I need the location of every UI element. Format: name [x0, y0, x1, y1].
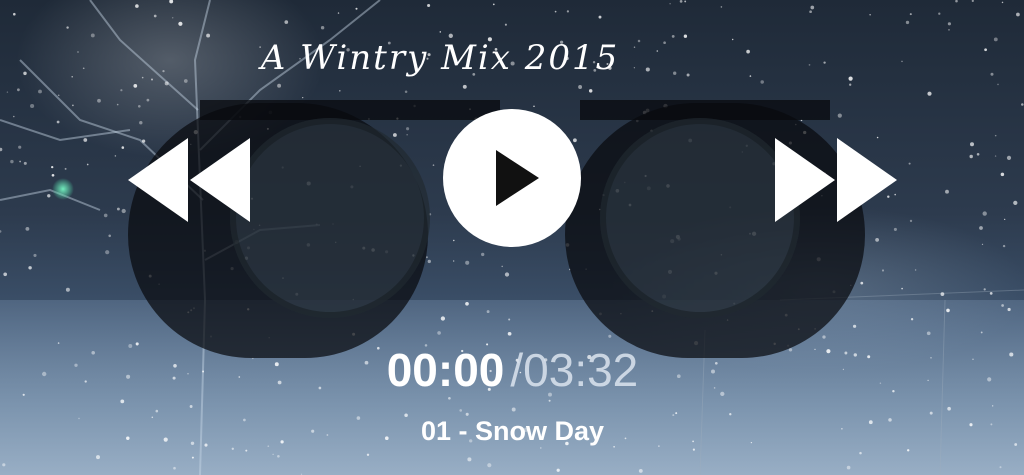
- play-button[interactable]: [443, 109, 581, 247]
- time-display: 00:00/03:32: [300, 343, 725, 397]
- mixtape-title: A Wintry Mix 2015: [260, 38, 620, 78]
- fast-forward-button[interactable]: [775, 138, 897, 222]
- rewind-button[interactable]: [128, 138, 250, 222]
- reel-window-right: [600, 118, 800, 318]
- play-icon: [496, 150, 539, 206]
- total-time: /03:32: [510, 344, 639, 396]
- reel-window-left: [230, 118, 430, 318]
- current-time: 00:00: [386, 344, 505, 396]
- lamp-glow: [52, 178, 74, 200]
- track-title: 01 - Snow Day: [420, 416, 605, 446]
- rewind-icon: [128, 138, 250, 222]
- fast-forward-icon: [775, 138, 897, 222]
